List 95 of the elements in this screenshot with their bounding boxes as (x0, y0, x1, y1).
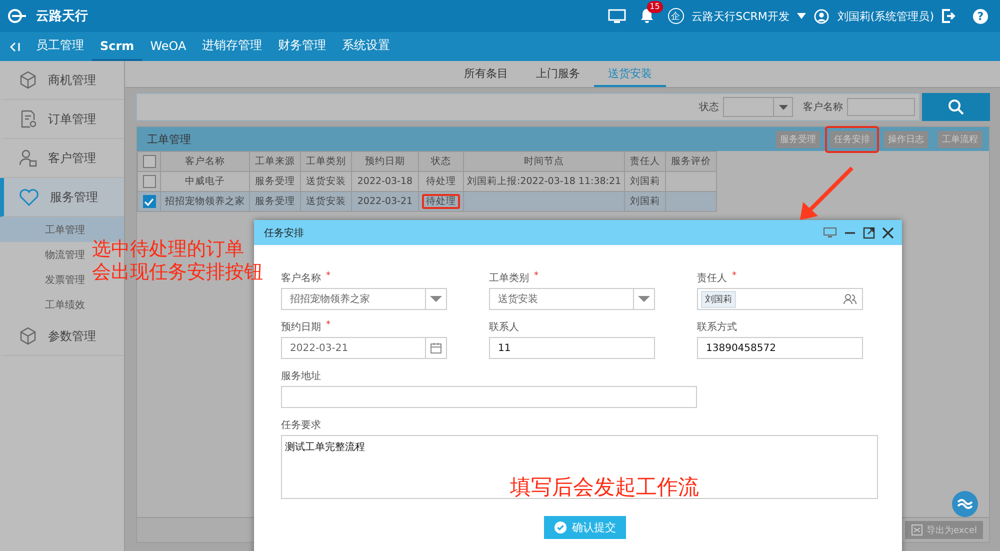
maximize-icon[interactable] (863, 226, 875, 238)
customer-label: 客户名称 (803, 100, 843, 114)
submit-button[interactable]: 确认提交 (544, 516, 626, 539)
sidebar-subitem[interactable]: 物流管理 (45, 242, 85, 267)
search-button[interactable] (922, 93, 990, 121)
user-name[interactable]: 刘国莉(系统管理员) (837, 8, 934, 24)
table-cell: 服务受理 (255, 196, 295, 207)
heart-icon (18, 187, 40, 207)
user-icon[interactable] (814, 8, 830, 24)
caret-icon (638, 296, 650, 302)
row-checkbox[interactable] (142, 195, 156, 208)
required-mark: * (326, 271, 330, 281)
column-header: 客户名称 (160, 152, 250, 172)
sidebar-subitem[interactable]: 工单绩效 (45, 292, 85, 317)
table-cell: 招招宠物领养之家 (165, 196, 245, 207)
table-cell: 刘国莉上报:2022-03-18 11:38:21 (467, 176, 622, 187)
nav-tab[interactable]: 进销存管理 (194, 32, 270, 61)
annotation-arrow (798, 166, 854, 222)
collapse-icon[interactable] (10, 42, 20, 52)
table-cell: 送货安装 (306, 196, 346, 207)
owner-field[interactable]: 刘国莉 (697, 288, 863, 310)
field-label: 联系人 (489, 320, 519, 334)
notification-badge: 15 (646, 1, 663, 13)
panel-title: 工单管理 (147, 132, 192, 146)
company-mark: 企 (668, 8, 684, 24)
company-name[interactable]: 云路天行SCRM开发 (692, 8, 790, 24)
address-field[interactable] (281, 386, 697, 408)
date-field[interactable]: 2022-03-21 (281, 337, 447, 359)
column-header: 预约日期 (352, 152, 418, 172)
nav-tab[interactable]: 系统设置 (334, 32, 398, 61)
table-cell: 服务受理 (255, 176, 295, 187)
field-label: 服务地址 (281, 370, 321, 383)
row-checkbox[interactable] (142, 175, 156, 188)
column-header: 工单来源 (250, 152, 300, 172)
sidebar-item[interactable]: 订单管理 (0, 100, 124, 139)
caret-icon[interactable] (797, 13, 806, 19)
status-label: 状态 (699, 100, 719, 114)
spreadsheet-icon (911, 524, 924, 536)
help-icon[interactable]: ? (973, 8, 988, 24)
input-field[interactable]: 13890458572 (697, 337, 863, 359)
select-all-checkbox[interactable] (142, 155, 156, 168)
customer-field[interactable] (847, 98, 915, 116)
sidebar-item[interactable]: 商机管理 (0, 61, 124, 100)
column-header: 工单类别 (300, 152, 352, 172)
table-cell: 待处理 (422, 194, 460, 209)
logo-text: 云路天行 (36, 8, 88, 25)
sidebar-subitem[interactable]: 发票管理 (45, 267, 85, 292)
nav-tab[interactable]: 员工管理 (28, 32, 92, 61)
required-mark: * (326, 320, 330, 330)
column-header: 状态 (418, 152, 464, 172)
table-cell: 2022-03-18 (357, 176, 413, 187)
logo-icon (8, 9, 28, 23)
table-cell: 刘国莉 (630, 196, 660, 207)
required-mark: * (732, 271, 736, 281)
search-icon (948, 99, 964, 115)
table-cell: 2022-03-21 (357, 196, 413, 207)
nav-tab[interactable]: WeOA (142, 32, 194, 61)
field-label: 工单类别 (489, 272, 529, 285)
field-label: 客户名称 (281, 272, 321, 285)
monitor-icon[interactable] (608, 8, 626, 24)
sub-tab[interactable]: 所有条目 (450, 61, 522, 87)
annotation-text: 填写后会发起工作流 (510, 476, 699, 498)
table-cell-text: 待处理 (425, 175, 457, 189)
select-field[interactable]: 送货安装 (489, 288, 655, 310)
nav-tab[interactable]: 财务管理 (270, 32, 334, 61)
logout-icon[interactable] (942, 9, 957, 23)
sub-tab[interactable]: 上门服务 (522, 61, 594, 87)
column-header: 服务评价 (666, 152, 717, 172)
calendar-icon (430, 342, 442, 354)
close-icon[interactable] (882, 226, 894, 238)
monitor-icon[interactable] (823, 227, 837, 238)
column-header: 时间节点 (464, 152, 625, 172)
check-circle-icon (554, 521, 567, 534)
field-label: 任务要求 (281, 418, 321, 432)
bell-icon[interactable] (640, 8, 654, 24)
dialog-title: 任务安排 (264, 226, 304, 240)
annotation-text: 会出现任务安排按钮 (92, 261, 263, 283)
select-field[interactable]: 招招宠物领养之家 (281, 288, 447, 310)
table-cell: 送货安装 (306, 176, 346, 187)
required-mark: * (534, 271, 538, 281)
field-label: 责任人 (697, 272, 727, 285)
cube-icon (18, 70, 38, 90)
field-label: 预约日期 (281, 320, 321, 334)
cube-icon (18, 326, 38, 346)
person-icon (18, 148, 38, 168)
people-icon (843, 293, 857, 305)
input-field[interactable]: 11 (489, 337, 655, 359)
caret-icon (778, 104, 788, 110)
caret-icon (430, 296, 442, 302)
sidebar-item[interactable]: 服务管理 (0, 178, 124, 217)
column-header: 责任人 (624, 152, 666, 172)
table-cell: 中威电子 (185, 176, 225, 187)
sidebar-item[interactable]: 参数管理 (0, 317, 124, 356)
table-cell: 刘国莉 (630, 176, 660, 187)
field-label: 联系方式 (697, 320, 737, 334)
